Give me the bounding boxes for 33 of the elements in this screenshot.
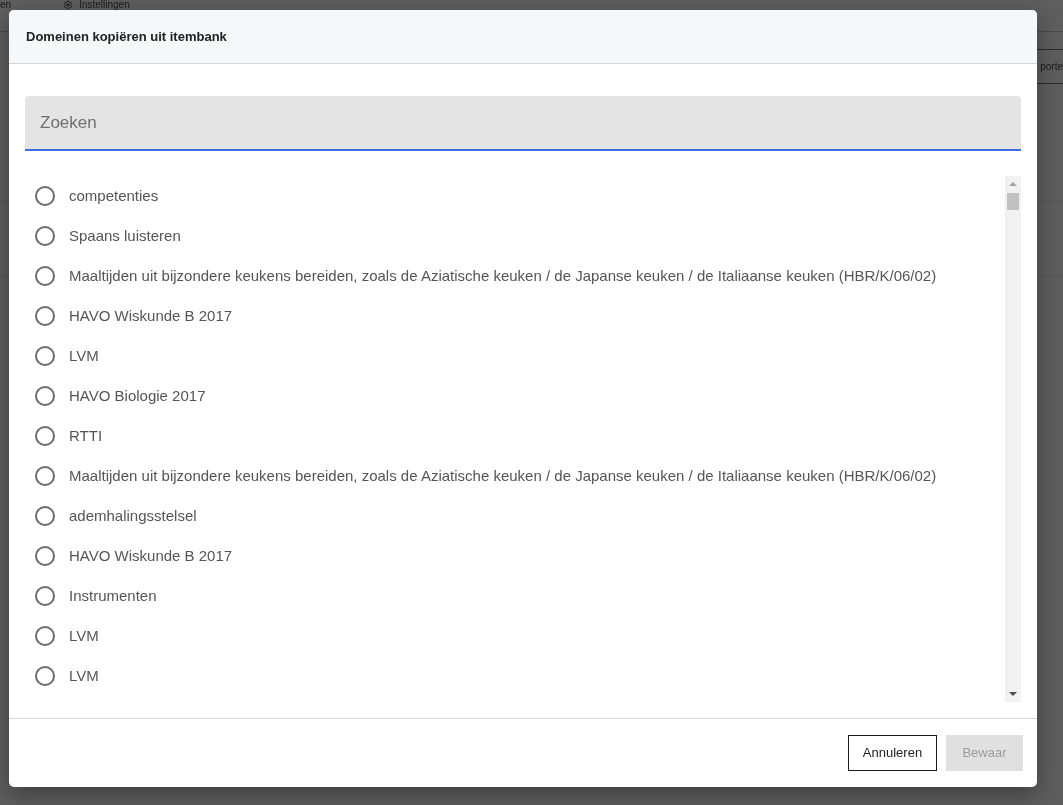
option-label[interactable]: HAVO Wiskunde B 2017 <box>69 304 233 328</box>
scrollbar-track[interactable] <box>1005 176 1021 702</box>
radio-button[interactable] <box>35 306 55 326</box>
radio-button[interactable] <box>35 266 55 286</box>
radio-button[interactable] <box>35 186 55 206</box>
radio-button[interactable] <box>35 626 55 646</box>
radio-button[interactable] <box>35 586 55 606</box>
radio-button[interactable] <box>35 386 55 406</box>
option-label[interactable]: Spaans luisteren <box>69 224 181 248</box>
option-label[interactable]: RTTI <box>69 424 103 448</box>
scroll-down-icon[interactable] <box>1009 692 1017 696</box>
option-label[interactable]: HAVO Wiskunde B 2017 <box>69 544 233 568</box>
option-label[interactable]: LVM <box>69 344 99 368</box>
option-label[interactable]: Maaltijden uit bijzondere keukens bereiden, zoals de Aziatische keuken / de Japanse keuken / de Italiaanse keuken (HBR/K/06/02) <box>69 264 937 288</box>
radio-button[interactable] <box>35 666 55 686</box>
radio-button[interactable] <box>35 506 55 526</box>
option-label[interactable]: Instrumenten <box>69 584 157 608</box>
radio-button[interactable] <box>35 426 55 446</box>
radio-button[interactable] <box>35 346 55 366</box>
option-label[interactable]: LVM <box>69 624 99 648</box>
radio-button[interactable] <box>35 466 55 486</box>
settings-icon <box>63 0 74 10</box>
option-label[interactable]: competenties <box>69 184 159 208</box>
radio-button[interactable] <box>35 546 55 566</box>
cancel-button[interactable]: Annuleren <box>848 735 937 771</box>
option-label[interactable]: ademhalingsstelsel <box>69 504 197 528</box>
search-field[interactable]: Zoeken <box>25 96 1021 151</box>
option-label[interactable]: Maaltijden uit bijzondere keukens bereiden, zoals de Aziatische keuken / de Japanse keuken / de Italiaanse keuken (HBR/K/06/02) <box>69 464 937 488</box>
option-label[interactable]: HAVO Biologie 2017 <box>69 384 206 408</box>
dialog-title: Domeinen kopiëren uit itembank <box>26 27 227 46</box>
scrollbar-thumb[interactable] <box>1007 193 1019 210</box>
option-label[interactable]: LVM <box>69 664 99 688</box>
radio-button[interactable] <box>35 226 55 246</box>
